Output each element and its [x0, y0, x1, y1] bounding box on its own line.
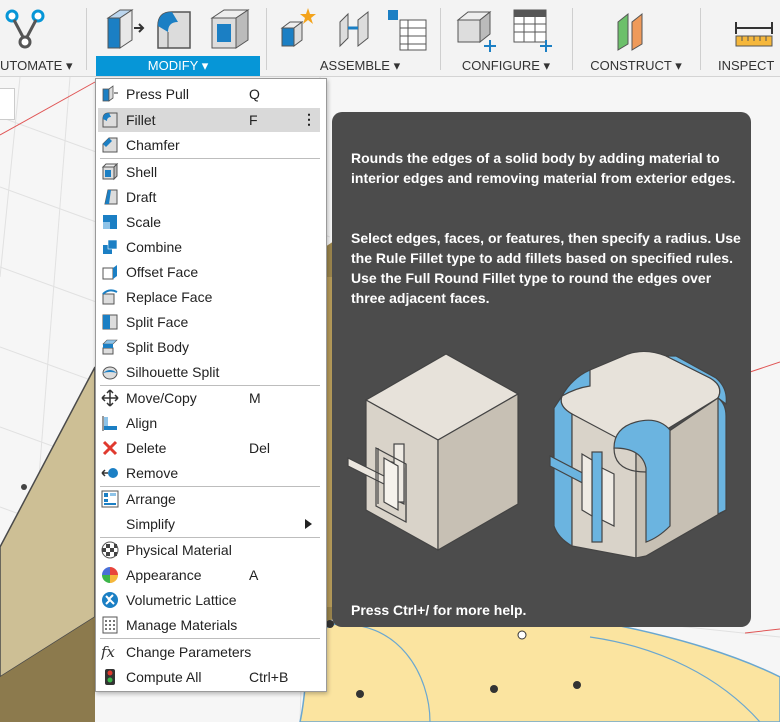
configuration-table-icon[interactable]: [510, 6, 554, 54]
construct-group: CONSTRUCT ▾: [578, 0, 694, 76]
menu-item-compute-all[interactable]: Compute All Ctrl+B: [98, 665, 320, 689]
menu-item-combine[interactable]: Combine: [98, 235, 320, 259]
automate-group: UTOMATE ▾: [0, 0, 80, 76]
menu-item-move-copy[interactable]: Move/Copy M: [98, 386, 320, 410]
shell-tool-icon[interactable]: [208, 6, 252, 54]
menu-item-physical-material[interactable]: Physical Material: [98, 538, 320, 562]
menu-item-press-pull[interactable]: Press Pull Q: [98, 82, 320, 106]
change-parameters-icon: fx: [101, 643, 116, 661]
fillet-icon: [102, 112, 118, 128]
appearance-icon: [102, 567, 118, 583]
construct-tab[interactable]: CONSTRUCT ▾: [578, 56, 694, 76]
compute-all-icon: [105, 669, 115, 685]
assembly-list-icon[interactable]: [386, 6, 430, 54]
menu-item-shell[interactable]: Shell: [98, 160, 320, 184]
offset-face-icon: [102, 265, 117, 280]
menu-item-chamfer[interactable]: Chamfer: [98, 133, 320, 157]
modify-group: MODIFY ▾: [96, 0, 260, 76]
assemble-tab[interactable]: ASSEMBLE ▾: [272, 56, 448, 76]
menu-item-manage-materials[interactable]: Manage Materials: [98, 613, 320, 637]
cube-before-image: [347, 353, 520, 552]
menu-item-draft[interactable]: Draft: [98, 185, 320, 209]
silhouette-split-icon: [102, 366, 118, 380]
joint-icon[interactable]: [334, 6, 378, 54]
assemble-group: ASSEMBLE ▾: [272, 0, 448, 76]
inspect-group: INSPECT: [706, 0, 780, 76]
svg-text:fx: fx: [101, 643, 116, 661]
menu-item-split-face[interactable]: Split Face: [98, 310, 320, 334]
menu-item-simplify[interactable]: Simplify: [98, 512, 320, 536]
menu-item-scale[interactable]: Scale: [98, 210, 320, 234]
modify-tab[interactable]: MODIFY ▾: [96, 56, 260, 76]
menu-item-change-parameters[interactable]: fx Change Parameters: [98, 640, 320, 664]
menu-item-silhouette-split[interactable]: Silhouette Split: [98, 360, 320, 384]
tooltip-help-hint: Press Ctrl+/ for more help.: [351, 602, 527, 618]
menu-item-replace-face[interactable]: Replace Face: [98, 285, 320, 309]
physical-material-icon: [101, 541, 119, 559]
press-pull-icon: [102, 85, 118, 102]
tooltip-instructions: Select edges, faces, or features, then s…: [351, 230, 741, 306]
browser-panel-tab[interactable]: [0, 88, 15, 120]
scale-icon: [103, 215, 117, 229]
fillet-tool-icon[interactable]: [154, 6, 198, 54]
fillet-tooltip: Rounds the edges of a solid body by addi…: [332, 112, 751, 627]
fillet-illustration: [347, 350, 727, 558]
inspect-tab[interactable]: INSPECT: [706, 56, 780, 76]
align-icon: [102, 416, 117, 431]
menu-item-delete[interactable]: Delete Del: [98, 436, 320, 460]
menu-item-arrange[interactable]: Arrange: [98, 487, 320, 511]
configure-group: CONFIGURE ▾: [446, 0, 566, 76]
split-face-icon: [102, 314, 118, 330]
replace-face-icon: [102, 289, 118, 305]
automate-icon[interactable]: [4, 6, 48, 54]
automate-tab[interactable]: UTOMATE ▾: [0, 56, 80, 76]
volumetric-lattice-icon: [102, 592, 118, 608]
modify-dropdown-menu: Press Pull Q Fillet F ⋮ Chamfer Shell Dr…: [95, 78, 327, 692]
configure-tab[interactable]: CONFIGURE ▾: [446, 56, 566, 76]
combine-icon: [103, 239, 118, 254]
tooltip-description: Rounds the edges of a solid body by addi…: [351, 150, 736, 186]
draft-icon: [104, 189, 118, 205]
menu-item-volumetric-lattice[interactable]: Volumetric Lattice: [98, 588, 320, 612]
manage-materials-icon: [102, 616, 118, 634]
split-body-icon: [102, 339, 118, 355]
menu-item-split-body[interactable]: Split Body: [98, 335, 320, 359]
shell-icon: [101, 163, 119, 181]
more-options-icon[interactable]: ⋮: [302, 108, 316, 130]
submenu-arrow-icon: [305, 519, 312, 529]
menu-item-appearance[interactable]: Appearance A: [98, 563, 320, 587]
cube-after-image: [549, 350, 727, 558]
delete-icon: [102, 440, 118, 456]
new-component-icon[interactable]: [276, 6, 320, 54]
arrange-icon: [101, 490, 119, 508]
move-copy-icon: [101, 389, 119, 407]
menu-item-offset-face[interactable]: Offset Face: [98, 260, 320, 284]
menu-item-fillet[interactable]: Fillet F ⋮: [98, 108, 320, 132]
chamfer-icon: [102, 137, 118, 153]
configure-body-icon[interactable]: [454, 6, 498, 54]
menu-item-align[interactable]: Align: [98, 411, 320, 435]
press-pull-tool-icon[interactable]: [102, 6, 146, 54]
remove-icon: [101, 468, 118, 478]
measure-icon[interactable]: [732, 6, 776, 54]
menu-item-remove[interactable]: Remove: [98, 461, 320, 485]
ribbon-toolbar: UTOMATE ▾ MODIFY ▾ ASSEMBLE ▾ CONFIGURE …: [0, 0, 780, 77]
construct-plane-icon[interactable]: [612, 6, 656, 54]
